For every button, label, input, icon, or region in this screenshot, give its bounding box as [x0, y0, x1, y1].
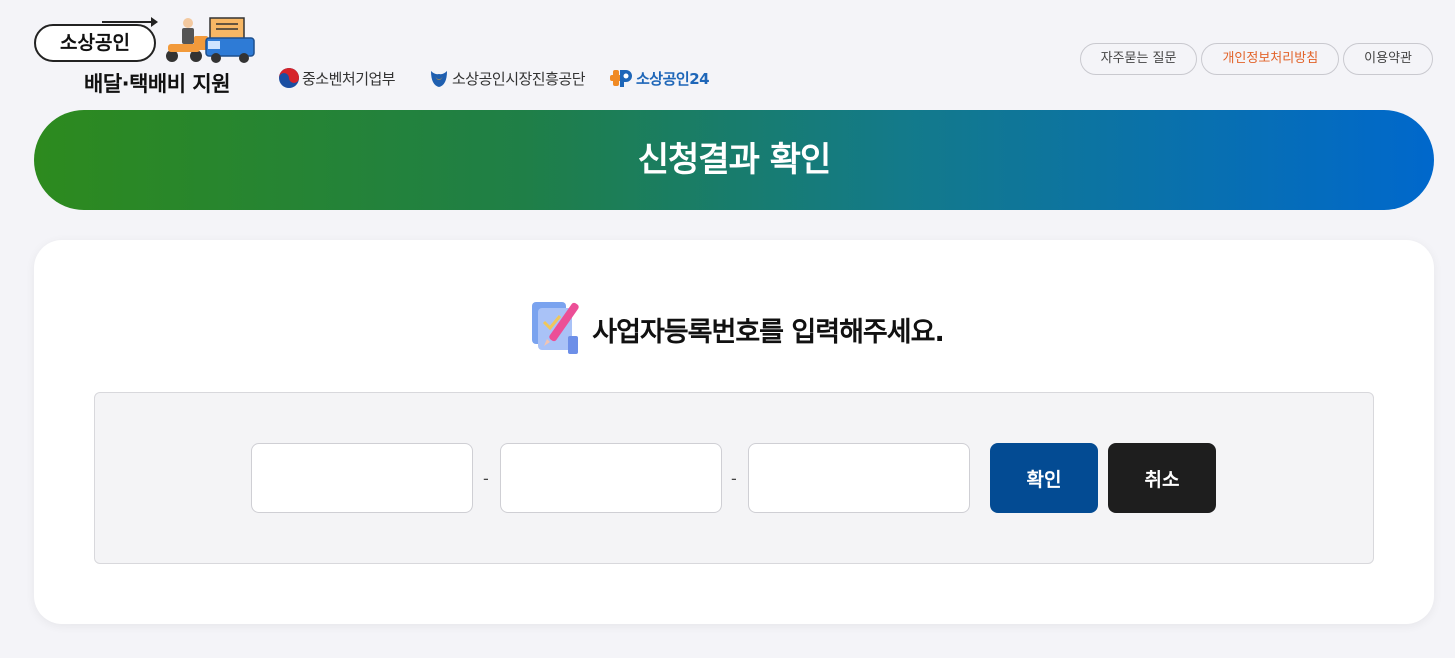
partner-portal-label: 소상공인24 — [636, 69, 710, 88]
terms-link[interactable]: 이용약관 — [1343, 43, 1433, 75]
page-title-banner: 신청결과 확인 — [34, 110, 1434, 210]
logo-subtitle: 배달·택배비 지원 — [84, 72, 231, 96]
partner-ministry-label: 중소벤처기업부 — [302, 69, 396, 88]
delivery-scooter-truck-icon — [166, 17, 255, 63]
pencil-document-icon — [532, 302, 579, 354]
site-logo[interactable]: 소상공인 배달·택배비 지원 — [32, 14, 264, 98]
business-number-part3-input[interactable] — [748, 443, 970, 513]
top-links: 자주묻는 질문 개인정보처리방침 이용약관 — [1079, 43, 1433, 75]
separator-dash: - — [731, 469, 737, 488]
partner-portal[interactable]: 소상공인24 — [610, 66, 710, 90]
privacy-policy-link[interactable]: 개인정보처리방침 — [1201, 43, 1340, 75]
logo-arrow-icon — [102, 17, 158, 27]
logo-title: 소상공인 — [34, 24, 156, 62]
agency-emblem-icon — [431, 71, 447, 87]
partner-agency-label: 소상공인시장진흥공단 — [452, 69, 586, 88]
faq-link[interactable]: 자주묻는 질문 — [1079, 43, 1198, 75]
separator-dash: - — [483, 469, 489, 488]
header: 소상공인 배달·택배비 지원 중소벤처기업부 소상공인시장진흥공단 소상공인24… — [0, 0, 1455, 110]
prompt-text: 사업자등록번호를 입력해주세요. — [592, 316, 944, 348]
confirm-button[interactable]: 확인 — [990, 443, 1098, 513]
business-number-part2-input[interactable] — [500, 443, 722, 513]
plus-p-icon — [610, 70, 632, 87]
taegeuk-icon — [279, 68, 299, 88]
lookup-card: 사업자등록번호를 입력해주세요. - - 확인 취소 — [34, 240, 1434, 624]
business-number-form: - - 확인 취소 — [94, 392, 1374, 564]
business-number-part1-input[interactable] — [251, 443, 473, 513]
partner-agency[interactable]: 소상공인시장진흥공단 — [428, 66, 586, 90]
partner-ministry[interactable]: 중소벤처기업부 — [278, 66, 396, 90]
cancel-button[interactable]: 취소 — [1108, 443, 1216, 513]
prompt-row: 사업자등록번호를 입력해주세요. — [34, 294, 1434, 364]
